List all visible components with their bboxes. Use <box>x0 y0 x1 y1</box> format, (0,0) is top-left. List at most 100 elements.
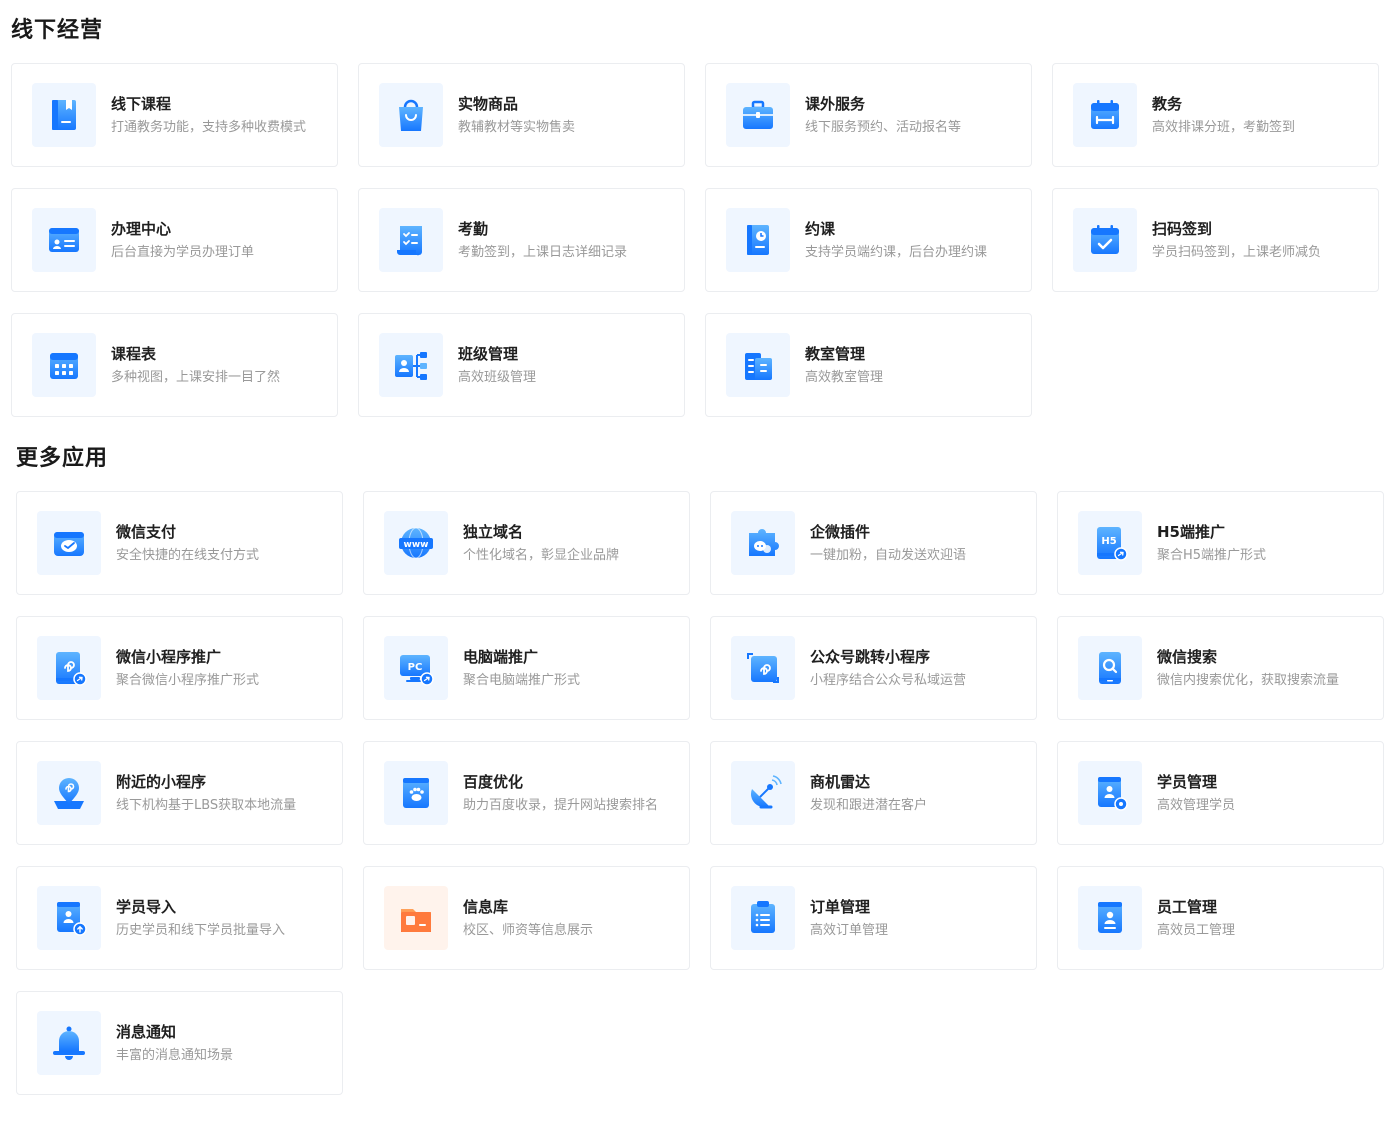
app-card-shopping-bag[interactable]: 实物商品教辅教材等实物售卖 <box>358 63 685 167</box>
calendar-ruler-icon <box>1073 83 1137 147</box>
app-card-student-import[interactable]: 学员导入历史学员和线下学员批量导入 <box>16 866 343 970</box>
app-grid: 线下课程 打通教务功能，支持多种收费模式 实物商品教辅教材等实物售卖 课外服务 线下服务… <box>11 63 1379 417</box>
app-card-student-gear[interactable]: 学员管理高效管理学员 <box>1057 741 1384 845</box>
card-text: 公众号跳转小程序 小程序结合公众号私域运营 <box>810 647 966 690</box>
app-card-building[interactable]: 教室管理高效教室管理 <box>705 313 1032 417</box>
building-icon <box>726 333 790 397</box>
app-card-briefcase[interactable]: 课外服务 线下服务预约、活动报名等 <box>705 63 1032 167</box>
card-text: 办理中心 后台直接为学员办理订单 <box>111 219 254 262</box>
card-title: 教室管理 <box>805 344 866 363</box>
card-description: 聚合电脑端推广形式 <box>463 672 581 688</box>
phone-search-icon <box>1078 636 1142 700</box>
app-card-clock-book[interactable]: 约课 支持学员端约课，后台办理约课 <box>705 188 1032 292</box>
info-folder-icon <box>384 886 448 950</box>
card-description: 高效教室管理 <box>805 369 884 385</box>
card-text: 考勤考勤签到，上课日志详细记录 <box>458 219 627 262</box>
briefcase-icon <box>726 83 790 147</box>
app-card-baidu-paw[interactable]: 百度优化 助力百度收录，提升网站搜索排名 <box>363 741 690 845</box>
app-card-location-pin[interactable]: 附近的小程序 线下机构基于LBS获取本地流量 <box>16 741 343 845</box>
card-description: 高效排课分班，考勤签到 <box>1152 119 1296 135</box>
card-description: 学员扫码签到，上课老师减负 <box>1152 244 1322 260</box>
card-title: 员工管理 <box>1157 897 1218 916</box>
app-card-puzzle-chat[interactable]: 企微插件一键加粉，自动发送欢迎语 <box>710 491 1037 595</box>
card-title: 百度优化 <box>463 772 524 791</box>
card-text: 线下课程 打通教务功能，支持多种收费模式 <box>111 94 306 137</box>
card-text: 微信小程序推广聚合微信小程序推广形式 <box>116 647 259 690</box>
app-card-checklist-scroll[interactable]: 考勤考勤签到，上课日志详细记录 <box>358 188 685 292</box>
section-title: 更多应用 <box>16 446 109 471</box>
card-title: 微信小程序推广 <box>116 647 222 666</box>
app-card-bell[interactable]: 消息通知丰富的消息通知场景 <box>16 991 343 1095</box>
card-title: 企微插件 <box>810 522 871 541</box>
app-card-calendar-grid[interactable]: 课程表 多种视图，上课安排一目了然 <box>11 313 338 417</box>
card-text: 课程表 多种视图，上课安排一目了然 <box>111 344 280 387</box>
card-title: 微信搜索 <box>1157 647 1218 666</box>
card-title: 消息通知 <box>116 1022 177 1041</box>
card-text: 实物商品教辅教材等实物售卖 <box>458 94 575 137</box>
card-text: 信息库 校区、师资等信息展示 <box>463 897 593 940</box>
app-card-mini-program-promo[interactable]: 微信小程序推广聚合微信小程序推广形式 <box>16 616 343 720</box>
app-card-info-folder[interactable]: 信息库 校区、师资等信息展示 <box>363 866 690 970</box>
card-title: 考勤 <box>458 219 489 238</box>
card-description: 高效订单管理 <box>810 922 889 938</box>
card-text: 附近的小程序 线下机构基于LBS获取本地流量 <box>116 772 296 815</box>
svg-text:H5: H5 <box>1101 536 1116 547</box>
card-title: 商机雷达 <box>810 772 871 791</box>
app-card-mini-program-jump[interactable]: 公众号跳转小程序 小程序结合公众号私域运营 <box>710 616 1037 720</box>
card-text: 消息通知丰富的消息通知场景 <box>116 1022 233 1065</box>
card-text: 订单管理 高效订单管理 <box>810 897 888 940</box>
checklist-scroll-icon <box>379 208 443 272</box>
app-card-staff-badge[interactable]: 员工管理 高效员工管理 <box>1057 866 1384 970</box>
card-title: 信息库 <box>463 897 509 916</box>
card-description: 聚合微信小程序推广形式 <box>116 672 260 688</box>
card-title: 学员导入 <box>116 897 177 916</box>
card-title: 学员管理 <box>1157 772 1218 791</box>
card-text: 商机雷达 发现和跟进潜在客户 <box>810 772 927 815</box>
app-card-class-tree[interactable]: 班级管理 高效班级管理 <box>358 313 685 417</box>
app-card-www[interactable]: www 独立域名 个性化域名，彰显企业品牌 <box>363 491 690 595</box>
card-text: 企微插件一键加粉，自动发送欢迎语 <box>810 522 966 565</box>
svg-text:www: www <box>404 540 429 550</box>
card-description: 教辅教材等实物售卖 <box>458 119 576 135</box>
mini-program-promo-icon <box>37 636 101 700</box>
card-text: 微信支付 安全快捷的在线支付方式 <box>116 522 259 565</box>
card-description: 支持学员端约课，后台办理约课 <box>805 244 988 260</box>
app-card-pc-promo[interactable]: PC 电脑端推广 聚合电脑端推广形式 <box>363 616 690 720</box>
section-title: 线下经营 <box>11 18 104 43</box>
card-description: 高效管理学员 <box>1157 797 1236 813</box>
wechat-pay-icon <box>37 511 101 575</box>
app-card-order-list[interactable]: 订单管理 高效订单管理 <box>710 866 1037 970</box>
app-card-calendar-check[interactable]: 扫码签到 学员扫码签到，上课老师减负 <box>1052 188 1379 292</box>
pc-promo-icon: PC <box>384 636 448 700</box>
card-title: 附近的小程序 <box>116 772 207 791</box>
card-text: 课外服务 线下服务预约、活动报名等 <box>805 94 961 137</box>
card-title: 班级管理 <box>458 344 519 363</box>
card-description: 历史学员和线下学员批量导入 <box>116 922 286 938</box>
card-title: 实物商品 <box>458 94 519 113</box>
card-text: 员工管理 高效员工管理 <box>1157 897 1235 940</box>
id-card-icon <box>32 208 96 272</box>
app-card-calendar-ruler[interactable]: 教务 高效排课分班，考勤签到 <box>1052 63 1379 167</box>
card-text: 电脑端推广 聚合电脑端推广形式 <box>463 647 580 690</box>
www-icon: www <box>384 511 448 575</box>
card-description: 考勤签到，上课日志详细记录 <box>458 244 628 260</box>
app-card-h5-promo[interactable]: H5 H5端推广 聚合H5端推广形式 <box>1057 491 1384 595</box>
app-card-wechat-pay[interactable]: 微信支付 安全快捷的在线支付方式 <box>16 491 343 595</box>
baidu-paw-icon <box>384 761 448 825</box>
app-card-book[interactable]: 线下课程 打通教务功能，支持多种收费模式 <box>11 63 338 167</box>
app-card-radar-dish[interactable]: 商机雷达 发现和跟进潜在客户 <box>710 741 1037 845</box>
card-description: 小程序结合公众号私域运营 <box>810 672 967 688</box>
card-description: 打通教务功能，支持多种收费模式 <box>111 119 307 135</box>
card-description: 一键加粉，自动发送欢迎语 <box>810 547 967 563</box>
order-list-icon <box>731 886 795 950</box>
card-description: 线下服务预约、活动报名等 <box>805 119 962 135</box>
bell-icon <box>37 1011 101 1075</box>
card-text: 百度优化 助力百度收录，提升网站搜索排名 <box>463 772 658 815</box>
app-card-phone-search[interactable]: 微信搜索 微信内搜索优化，获取搜索流量 <box>1057 616 1384 720</box>
h5-promo-icon: H5 <box>1078 511 1142 575</box>
app-card-id-card[interactable]: 办理中心 后台直接为学员办理订单 <box>11 188 338 292</box>
card-title: 独立域名 <box>463 522 524 541</box>
card-text: 微信搜索 微信内搜索优化，获取搜索流量 <box>1157 647 1339 690</box>
app-grid: 微信支付 安全快捷的在线支付方式 www 独立域名 个性化域名，彰显企业品牌 企微插件 一键… <box>16 491 1384 1095</box>
card-description: 丰富的消息通知场景 <box>116 1047 234 1063</box>
